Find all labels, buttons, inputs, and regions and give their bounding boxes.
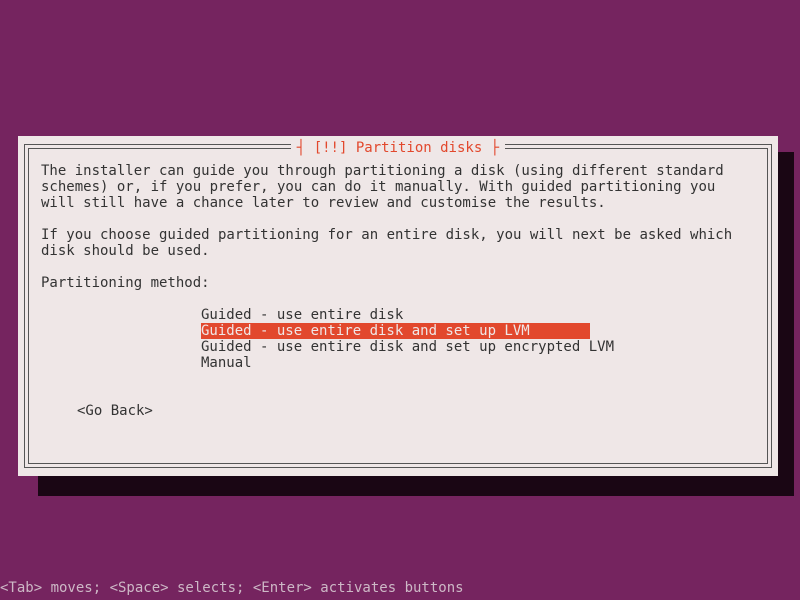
intro-paragraph-2: If you choose guided partitioning for an… [41,227,755,259]
option-guided-lvm[interactable]: Guided - use entire disk and set up LVM [201,323,590,339]
dialog-title: ┤ [!!] Partition disks ├ [291,140,505,156]
option-manual[interactable]: Manual [201,355,252,371]
inner-border: The installer can guide you through part… [28,148,768,464]
option-guided-entire-disk[interactable]: Guided - use entire disk [201,307,403,323]
partitioning-options: Guided - use entire disk Guided - use en… [201,307,755,371]
partition-dialog: ┤ [!!] Partition disks ├ The installer c… [18,136,778,476]
option-guided-encrypted-lvm[interactable]: Guided - use entire disk and set up encr… [201,339,614,355]
help-bar: <Tab> moves; <Space> selects; <Enter> ac… [0,580,464,596]
go-back-button[interactable]: <Go Back> [77,403,153,419]
intro-paragraph-1: The installer can guide you through part… [41,163,755,211]
partitioning-method-label: Partitioning method: [41,275,755,291]
